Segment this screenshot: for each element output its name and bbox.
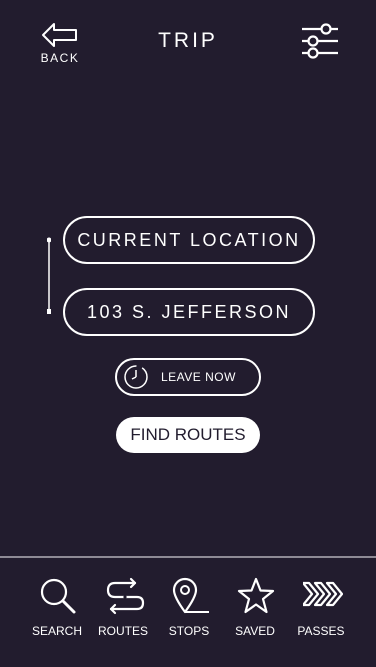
tab-saved[interactable]: SAVED xyxy=(220,558,290,658)
route-connector xyxy=(46,237,52,315)
double-chevron-right-icon xyxy=(303,581,343,607)
star-icon xyxy=(237,577,275,614)
back-label: BACK xyxy=(40,51,80,65)
tab-label-search: SEARCH xyxy=(31,624,82,638)
search-icon xyxy=(40,578,76,614)
clock-icon xyxy=(123,364,149,390)
arrow-left-icon xyxy=(42,23,77,47)
sliders-icon xyxy=(302,23,338,59)
map-pin-icon xyxy=(172,577,209,614)
leave-now-button[interactable]: LEAVE NOW xyxy=(115,358,261,396)
origin-field[interactable]: CURRENT LOCATION xyxy=(63,216,315,264)
tab-routes[interactable]: ROUTES xyxy=(88,558,158,658)
bottom-tab-bar: SEARCH ROUTES STOPS SAVED PASSES xyxy=(0,558,376,667)
tab-label-routes: ROUTES xyxy=(97,624,148,638)
tab-label-stops: STOPS xyxy=(168,624,210,638)
find-routes-button[interactable]: FIND ROUTES xyxy=(116,417,260,453)
destination-field[interactable]: 103 S. JEFFERSON xyxy=(63,288,315,336)
leave-now-label: LEAVE NOW xyxy=(161,370,236,384)
tab-passes[interactable]: PASSES xyxy=(286,558,356,658)
tab-stops[interactable]: STOPS xyxy=(154,558,224,658)
filter-button[interactable] xyxy=(300,22,340,60)
tab-search[interactable]: SEARCH xyxy=(22,558,92,658)
tab-label-passes: PASSES xyxy=(297,624,345,638)
page-title: TRIP xyxy=(158,29,218,52)
tab-label-saved: SAVED xyxy=(235,624,275,638)
back-button[interactable]: BACK xyxy=(38,20,82,66)
routes-icon xyxy=(106,577,145,615)
